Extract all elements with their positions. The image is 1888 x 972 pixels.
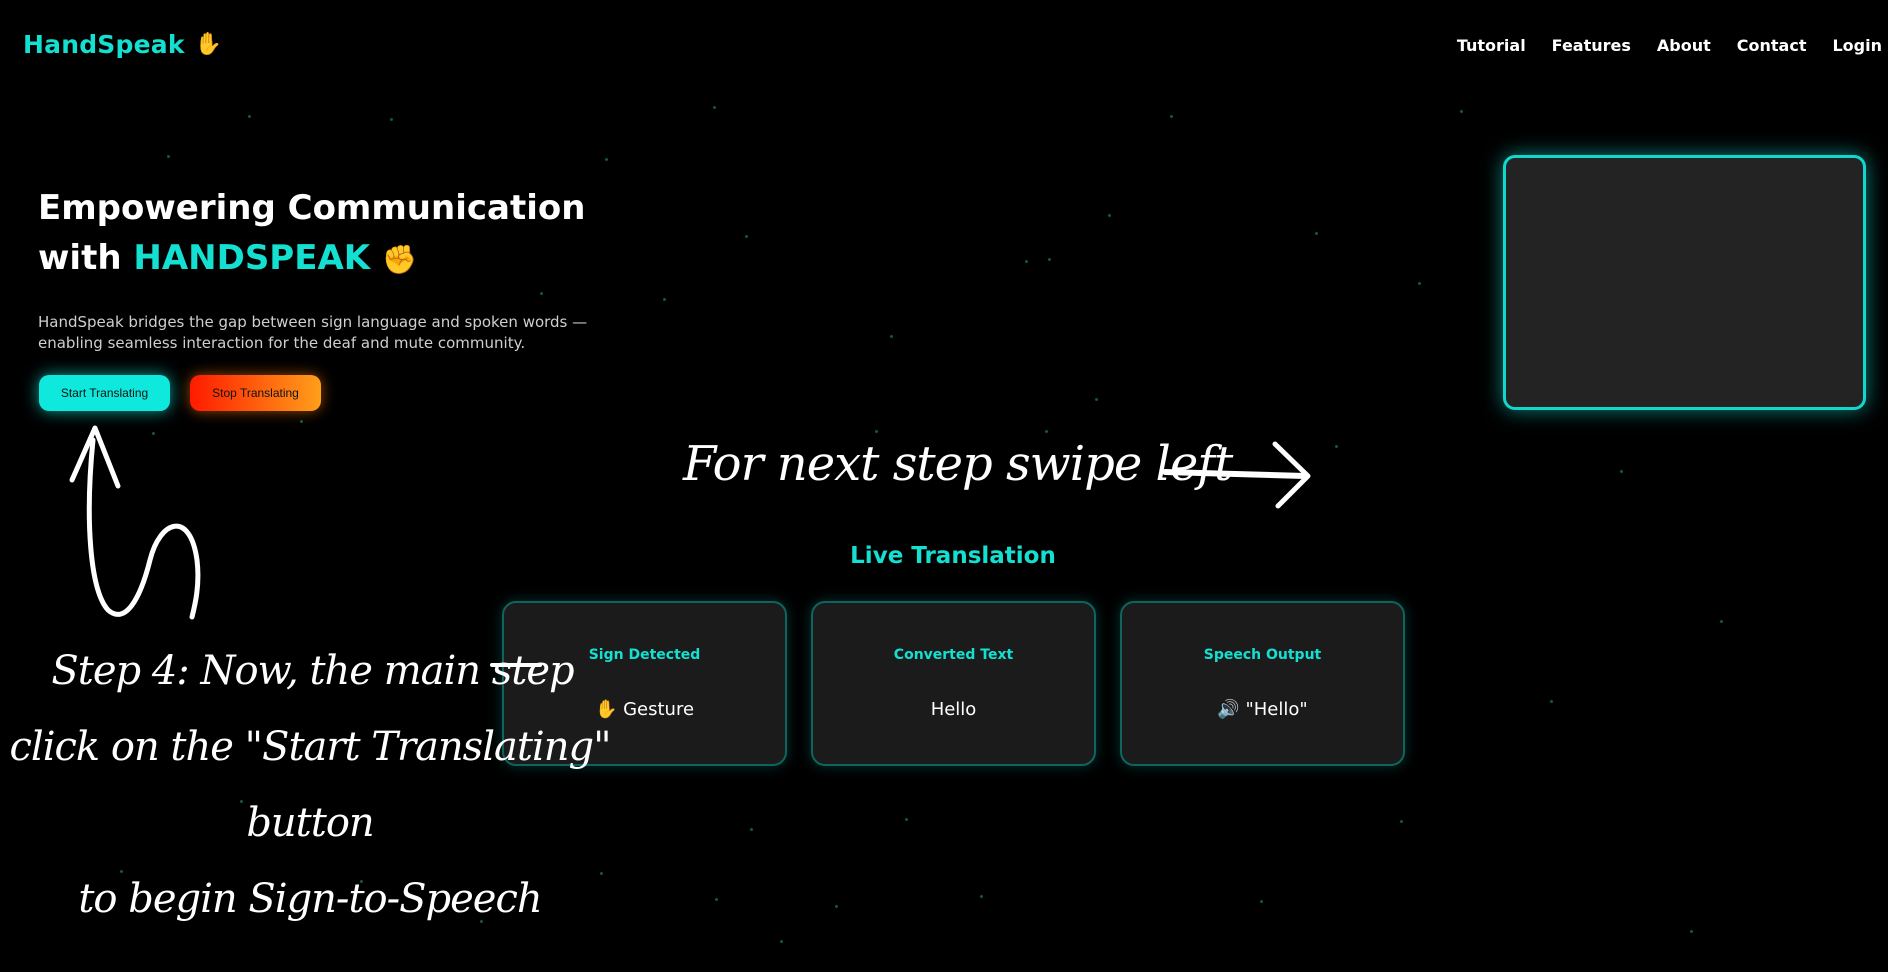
up-arrowhead-icon [69,425,121,489]
up-arrow-icon [86,437,201,620]
step-line-2: click on the "Start Translating" button [9,724,612,846]
step-line-3: to begin Sign-to-Speech [78,876,542,922]
step-instruction: Step 4: Now, the main step click on the … [0,633,620,937]
step-line-1: Step 4: Now, the main step [51,648,574,694]
swipe-instruction: For next step swipe left [683,436,1233,492]
